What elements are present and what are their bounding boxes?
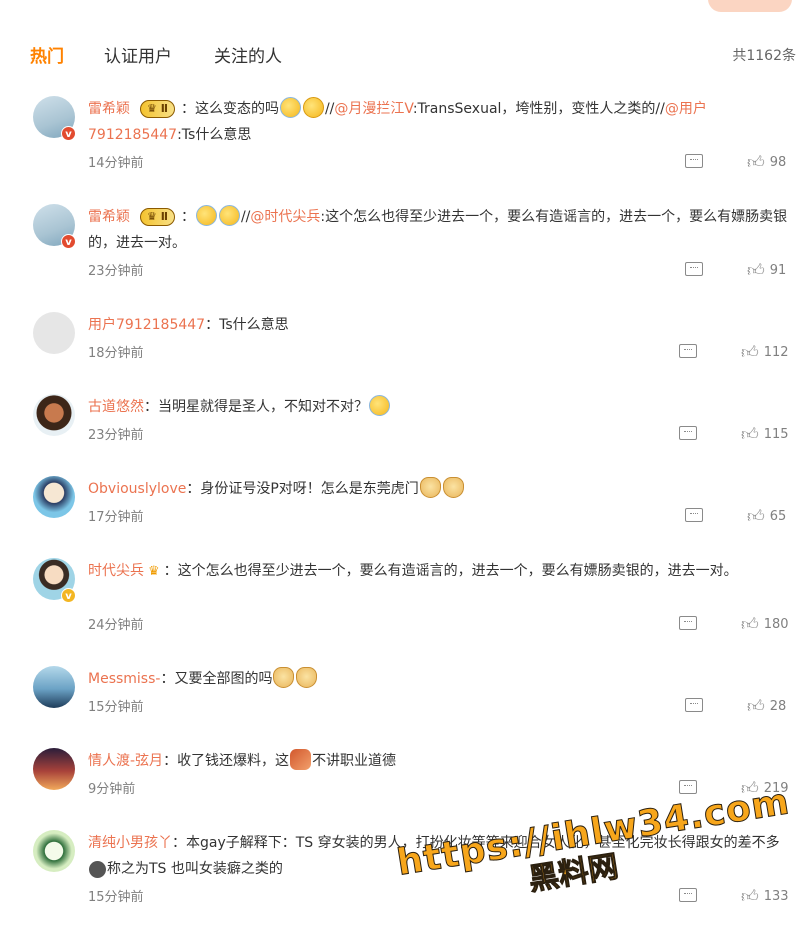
- like-button[interactable]: 👍︎ 112: [741, 342, 789, 363]
- doge-emoji-icon: [296, 667, 318, 688]
- sad-emoji-icon: [89, 861, 106, 878]
- reply-icon[interactable]: [679, 888, 697, 902]
- comment-text: 雷希颖 ♛ Ⅱ：//@时代尖兵:这个怎么也得至少进去一个，要么有造谣言的，进去一个…: [88, 204, 788, 256]
- verified-badge-icon: v: [61, 126, 76, 141]
- laugh-emoji-icon: [195, 205, 217, 226]
- like-button[interactable]: 👍︎ 180: [741, 614, 789, 635]
- comment-text: 古道悠然：当明星就得是圣人，不知对不对？: [88, 394, 788, 420]
- horse-emoji-icon: [290, 749, 312, 770]
- total-comment-count: 共1162条: [732, 48, 796, 64]
- reply-icon[interactable]: [679, 344, 697, 358]
- comment-time: 18分钟前: [88, 346, 144, 361]
- sleepy-emoji-icon: [302, 97, 324, 118]
- comment-time: 14分钟前: [88, 156, 144, 171]
- comment-time: 23分钟前: [88, 264, 144, 279]
- fan-level-badge: ♛ Ⅱ: [140, 208, 175, 226]
- comment-username[interactable]: 雷希颖: [88, 101, 130, 117]
- comment-tabs: 热门 认证用户 关注的人 共1162条: [0, 36, 800, 70]
- mention-link[interactable]: @时代尖兵: [250, 209, 320, 225]
- doge-emoji-icon: [442, 477, 464, 498]
- reply-icon[interactable]: [679, 616, 697, 630]
- reply-icon[interactable]: [685, 698, 703, 712]
- comment-text: 情人渡-弦月：收了钱还爆料，这 不讲职业道德: [88, 748, 788, 774]
- like-button[interactable]: 👍︎ 115: [741, 424, 789, 445]
- avatar[interactable]: [33, 394, 75, 436]
- comment-time: 17分钟前: [88, 510, 144, 525]
- comment-time: 24分钟前: [88, 618, 144, 633]
- thumbs-up-icon: 👍︎: [741, 425, 759, 445]
- comment-text: 时代尖兵 ♛ ：这个怎么也得至少进去一个，要么有造谣言的，进去一个，要么有嫖肠卖银的…: [88, 558, 788, 585]
- like-button[interactable]: 👍︎ 98: [747, 152, 786, 173]
- comment-time: 15分钟前: [88, 890, 144, 905]
- reply-icon[interactable]: [679, 426, 697, 440]
- sweat-emoji-icon: [369, 395, 390, 416]
- comment-text: 雷希颖 ♛ Ⅱ ：这么变态的吗//@月漫拦江V:TransSexual，垮性别，变性…: [88, 96, 788, 148]
- thumbs-up-icon: 👍︎: [741, 615, 759, 635]
- reply-icon[interactable]: [685, 508, 703, 522]
- comment-username[interactable]: 雷希颖: [88, 209, 130, 225]
- crown-icon: ♛: [148, 564, 160, 579]
- sweat-emoji-icon: [279, 97, 301, 118]
- thumbs-up-icon: 👍︎: [741, 343, 759, 363]
- avatar[interactable]: [33, 666, 75, 708]
- thumbs-up-icon: 👍︎: [747, 261, 765, 281]
- avatar[interactable]: [33, 312, 75, 354]
- comment-username[interactable]: Obviouslylove: [88, 481, 186, 497]
- comment-username[interactable]: 古道悠然: [88, 399, 144, 415]
- top-action-pill[interactable]: [708, 0, 792, 12]
- tab-following[interactable]: 关注的人: [214, 42, 282, 67]
- like-button[interactable]: 👍︎ 91: [747, 260, 786, 281]
- reply-icon[interactable]: [679, 780, 697, 794]
- comment-time: 9分钟前: [88, 782, 136, 797]
- like-button[interactable]: 👍︎ 133: [741, 886, 789, 907]
- avatar[interactable]: [33, 748, 75, 790]
- reply-icon[interactable]: [685, 262, 703, 276]
- verified-badge-icon: v: [61, 234, 76, 249]
- like-button[interactable]: 👍︎ 28: [747, 696, 786, 717]
- comment-username[interactable]: Messmiss-: [88, 671, 160, 687]
- thumbs-up-icon: 👍︎: [747, 153, 765, 173]
- comment-username[interactable]: 清纯小男孩丫: [88, 835, 172, 851]
- laugh-emoji-icon: [218, 205, 240, 226]
- thumbs-up-icon: 👍︎: [747, 507, 765, 527]
- avatar[interactable]: [33, 830, 75, 872]
- comment-username[interactable]: 用户7912185447: [88, 317, 205, 333]
- comment-username[interactable]: 情人渡-弦月: [88, 753, 163, 769]
- thumbs-up-icon: 👍︎: [741, 887, 759, 907]
- fan-level-badge: ♛ Ⅱ: [140, 100, 175, 118]
- mention-link[interactable]: @月漫拦江V: [334, 101, 412, 117]
- verified-badge-icon: v: [61, 588, 76, 603]
- like-button[interactable]: 👍︎ 65: [747, 506, 786, 527]
- comment-text: 用户7912185447：Ts什么意思: [88, 317, 289, 333]
- avatar[interactable]: [33, 476, 75, 518]
- doge-emoji-icon: [273, 667, 295, 688]
- doge-emoji-icon: [419, 477, 441, 498]
- comment-time: 23分钟前: [88, 428, 144, 443]
- tab-verified-users[interactable]: 认证用户: [104, 42, 172, 67]
- tab-hot[interactable]: 热门: [30, 42, 64, 67]
- thumbs-up-icon: 👍︎: [747, 697, 765, 717]
- reply-icon[interactable]: [685, 154, 703, 168]
- comment-username[interactable]: 时代尖兵: [88, 563, 144, 579]
- comment-text: Obviouslylove：身份证号没P对呀！怎么是东莞虎门: [88, 476, 788, 502]
- comment-time: 15分钟前: [88, 700, 144, 715]
- comment-text: Messmiss-：又要全部图的吗: [88, 666, 788, 692]
